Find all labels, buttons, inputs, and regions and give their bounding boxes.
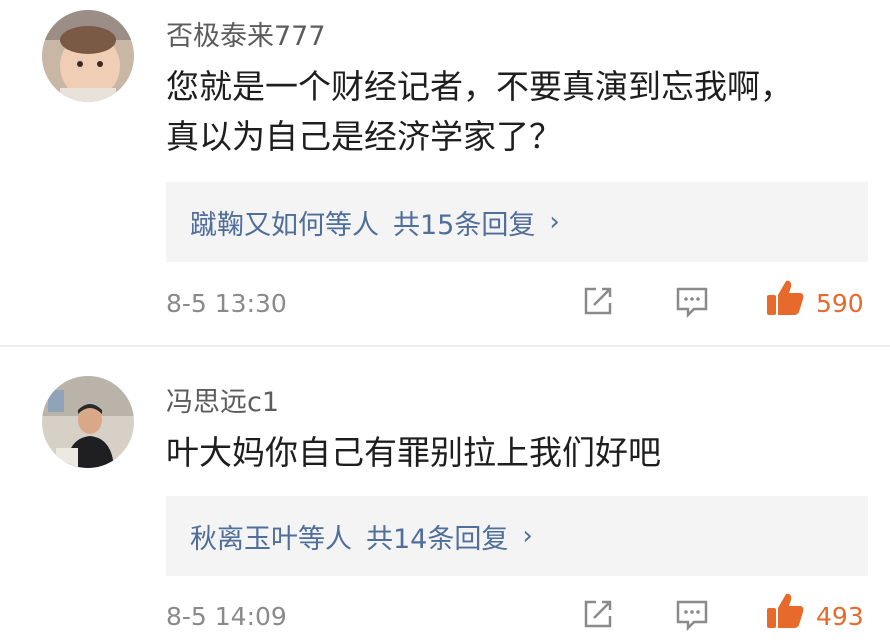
avatar[interactable] (42, 376, 134, 468)
like-count: 590 (816, 289, 864, 318)
reply-names: 蹴鞠又如何等人 (190, 209, 379, 241)
timestamp: 8-5 13:30 (166, 289, 287, 318)
comment-item: 冯思远c1 叶大妈你自己有罪别拉上我们好吧 秋离玉叶等人 共14条回复 › 8-… (0, 350, 890, 643)
replies-summary[interactable]: 蹴鞠又如何等人 共15条回复 › (166, 182, 868, 262)
comment-text-line: 叶大妈你自己有罪别拉上我们好吧 (166, 433, 661, 472)
avatar[interactable] (42, 10, 134, 102)
comment-item: 否极泰来777 您就是一个财经记者，不要真演到忘我啊， 真以为自己是经济学家了？… (0, 0, 890, 345)
comment-icon[interactable] (674, 283, 710, 323)
comment-text-line: 真以为自己是经济学家了？ (166, 117, 562, 156)
share-icon[interactable] (580, 596, 616, 636)
thumbs-up-icon[interactable] (764, 277, 806, 323)
divider (0, 345, 890, 347)
reply-names: 秋离玉叶等人 (190, 523, 352, 555)
timestamp: 8-5 14:09 (166, 602, 287, 631)
share-icon[interactable] (580, 283, 616, 323)
comment-icon[interactable] (674, 596, 710, 636)
comment-text: 您就是一个财经记者，不要真演到忘我啊， 真以为自己是经济学家了？ (166, 62, 870, 162)
thumbs-up-icon[interactable] (764, 590, 806, 636)
reply-count: 共14条回复 (366, 523, 509, 555)
chevron-right-icon: › (549, 207, 560, 237)
username[interactable]: 否极泰来777 (166, 14, 326, 53)
comment-text: 叶大妈你自己有罪别拉上我们好吧 (166, 428, 870, 478)
comment-meta: 8-5 13:30 590 (166, 280, 876, 327)
chevron-right-icon: › (522, 521, 533, 551)
replies-summary[interactable]: 秋离玉叶等人 共14条回复 › (166, 496, 868, 576)
comment-text-line: 您就是一个财经记者，不要真演到忘我啊， (166, 67, 793, 106)
reply-count: 共15条回复 (393, 209, 536, 241)
username[interactable]: 冯思远c1 (166, 380, 279, 419)
like-count: 493 (816, 602, 864, 631)
comment-meta: 8-5 14:09 493 (166, 593, 876, 640)
